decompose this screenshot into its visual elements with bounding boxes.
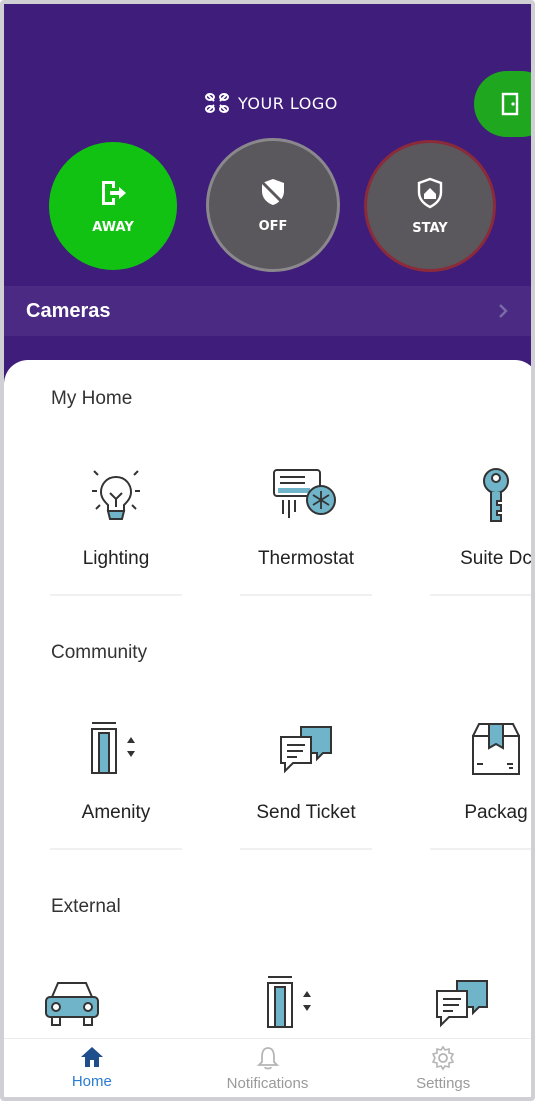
- package-icon: [467, 714, 525, 784]
- chat-bubbles-icon: [433, 968, 491, 1038]
- mode-off-label: OFF: [258, 218, 288, 234]
- section-title-external: External: [51, 896, 121, 917]
- chat-bubbles-icon: [277, 714, 335, 784]
- elevator-icon: [86, 714, 146, 784]
- section-title-my-home: My Home: [51, 388, 133, 409]
- tab-settings-label: Settings: [416, 1075, 471, 1092]
- tile-amenity-label: Amenity: [81, 802, 151, 823]
- door-icon: [501, 92, 519, 116]
- tile-divider: [240, 848, 372, 850]
- shield-home-icon: [416, 177, 444, 213]
- gear-icon: [432, 1045, 455, 1071]
- logo: YOUR LOGO: [204, 92, 338, 114]
- tile-amenity[interactable]: Amenity: [38, 714, 194, 850]
- content-card: My Home Lighting Thermostat Suite Dc Com…: [4, 360, 532, 1050]
- section-title-community: Community: [51, 642, 148, 663]
- logo-icon: [205, 93, 229, 113]
- tab-notifications-label: Notifications: [226, 1075, 309, 1092]
- tab-home-label: Home: [71, 1073, 112, 1090]
- tile-packages-label: Packag: [464, 802, 528, 823]
- tab-home[interactable]: Home: [4, 1039, 180, 1097]
- cameras-bar[interactable]: Cameras: [4, 286, 531, 336]
- door-button[interactable]: [474, 71, 531, 137]
- tile-suite-door-label: Suite Dc: [460, 548, 532, 569]
- tab-notifications[interactable]: Notifications: [180, 1039, 356, 1097]
- elevator-icon: [262, 968, 322, 1038]
- tile-lighting-label: Lighting: [82, 548, 150, 569]
- mode-off-button[interactable]: OFF: [206, 138, 340, 272]
- key-icon: [476, 460, 516, 530]
- bell-icon: [256, 1047, 279, 1070]
- car-icon: [42, 968, 102, 1038]
- tile-divider: [50, 594, 182, 596]
- shield-off-icon: [259, 177, 287, 211]
- mode-stay-label: STAY: [412, 220, 448, 236]
- app-frame: YOUR LOGO AWAY OFF STAY Cameras My Home …: [0, 0, 535, 1101]
- tile-divider: [240, 594, 372, 596]
- tile-packages[interactable]: Packag: [418, 714, 531, 850]
- tile-divider: [50, 848, 182, 850]
- mode-away-label: AWAY: [92, 219, 134, 235]
- mode-stay-button[interactable]: STAY: [364, 140, 496, 272]
- tile-suite-door[interactable]: Suite Dc: [418, 460, 532, 596]
- tile-send-ticket-label: Send Ticket: [256, 802, 356, 823]
- home-icon: [80, 1047, 103, 1067]
- tile-lighting[interactable]: Lighting: [38, 460, 194, 596]
- tile-divider: [430, 594, 531, 596]
- header: YOUR LOGO AWAY OFF STAY Cameras: [4, 4, 531, 404]
- tile-divider: [430, 848, 531, 850]
- bottom-tab-bar: Home Notifications Settings: [4, 1038, 531, 1097]
- cameras-title: Cameras: [26, 299, 111, 322]
- chevron-right-icon: [499, 304, 508, 318]
- tile-thermostat[interactable]: Thermostat: [228, 460, 384, 596]
- lightbulb-icon: [88, 460, 144, 530]
- mode-away-button[interactable]: AWAY: [49, 142, 177, 270]
- tile-send-ticket[interactable]: Send Ticket: [228, 714, 384, 850]
- logo-text: YOUR LOGO: [238, 93, 338, 113]
- tile-thermostat-label: Thermostat: [257, 548, 355, 569]
- tab-settings[interactable]: Settings: [355, 1039, 531, 1097]
- air-conditioner-icon: [271, 460, 341, 530]
- exit-icon: [98, 178, 128, 212]
